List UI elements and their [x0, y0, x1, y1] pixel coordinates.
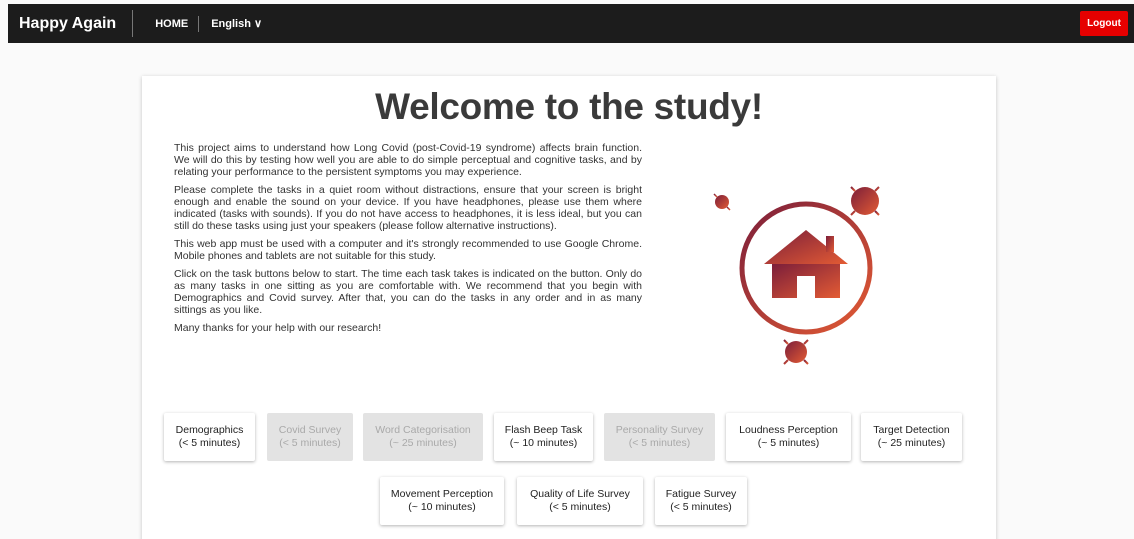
task-time: (~ 25 minutes) [877, 437, 946, 449]
task-time: (~ 10 minutes) [408, 501, 476, 513]
task-name: Quality of Life Survey [530, 488, 630, 500]
brand-logo[interactable]: Happy Again [8, 10, 134, 37]
virus-icon [711, 191, 733, 213]
task-name: Target Detection [873, 424, 950, 436]
task-button-loudness-perception[interactable]: Loudness Perception (~ 5 minutes) [726, 413, 851, 461]
task-name: Movement Perception [390, 488, 494, 500]
intro-paragraph: Many thanks for your help with our resea… [174, 322, 382, 334]
task-button-fatigue-survey[interactable]: Fatigue Survey (< 5 minutes) [655, 477, 747, 525]
logout-button[interactable]: Logout [1080, 11, 1128, 36]
intro-paragraph: Please complete the tasks in a quiet roo… [174, 184, 642, 232]
task-name: Fatigue Survey [665, 488, 737, 500]
virus-icon [780, 336, 812, 368]
task-time: (< 5 minutes) [178, 437, 241, 449]
task-button-demographics[interactable]: Demographics (< 5 minutes) [164, 413, 255, 461]
page-title: Welcome to the study! [375, 86, 763, 127]
task-time: (< 5 minutes) [628, 437, 691, 449]
task-name: Flash Beep Task [504, 424, 583, 436]
task-time: (< 5 minutes) [670, 501, 732, 513]
intro-paragraph: This project aims to understand how Long… [174, 142, 642, 178]
top-navbar: Happy Again HOME English ∨ Logout [8, 4, 1134, 43]
language-selector[interactable]: English ∨ [199, 16, 274, 32]
task-button-target-detection[interactable]: Target Detection (~ 25 minutes) [861, 413, 962, 461]
intro-paragraph: Click on the task buttons below to start… [174, 268, 642, 316]
task-button-word-categorisation: Word Categorisation (~ 25 minutes) [363, 413, 483, 461]
task-button-flash-beep[interactable]: Flash Beep Task (~ 10 minutes) [494, 413, 593, 461]
task-name: Covid Survey [278, 424, 342, 436]
task-time: (< 5 minutes) [279, 437, 341, 449]
task-time: (~ 25 minutes) [389, 437, 457, 449]
task-button-personality-survey: Personality Survey (< 5 minutes) [604, 413, 715, 461]
house-door [797, 276, 815, 298]
intro-text: This project aims to understand how Long… [174, 142, 642, 340]
task-name: Word Categorisation [375, 424, 471, 436]
task-name: Demographics [175, 424, 244, 436]
task-time: (< 5 minutes) [549, 501, 611, 513]
nav-home-link[interactable]: HOME [145, 15, 200, 32]
task-name: Loudness Perception [739, 424, 838, 436]
virus-icon [845, 181, 885, 221]
intro-paragraph: This web app must be used with a compute… [174, 238, 642, 262]
home-virus-illustration [711, 181, 885, 368]
task-button-covid-survey: Covid Survey (< 5 minutes) [267, 413, 353, 461]
task-time: (~ 10 minutes) [509, 437, 578, 449]
task-time: (~ 5 minutes) [757, 437, 820, 449]
task-button-movement-perception[interactable]: Movement Perception (~ 10 minutes) [380, 477, 504, 525]
task-name: Personality Survey [615, 424, 704, 436]
welcome-card: Welcome to the study! This project aims … [142, 76, 996, 539]
task-button-quality-of-life[interactable]: Quality of Life Survey (< 5 minutes) [517, 477, 643, 525]
